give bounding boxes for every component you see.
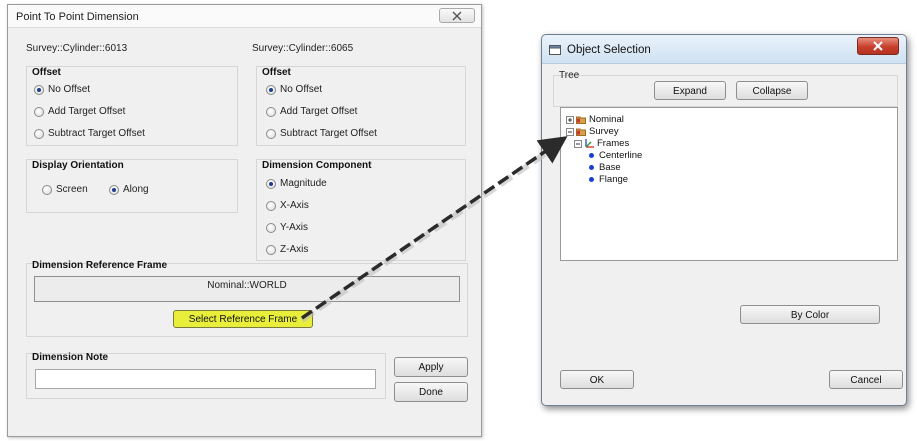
connector-arrow	[300, 136, 568, 323]
